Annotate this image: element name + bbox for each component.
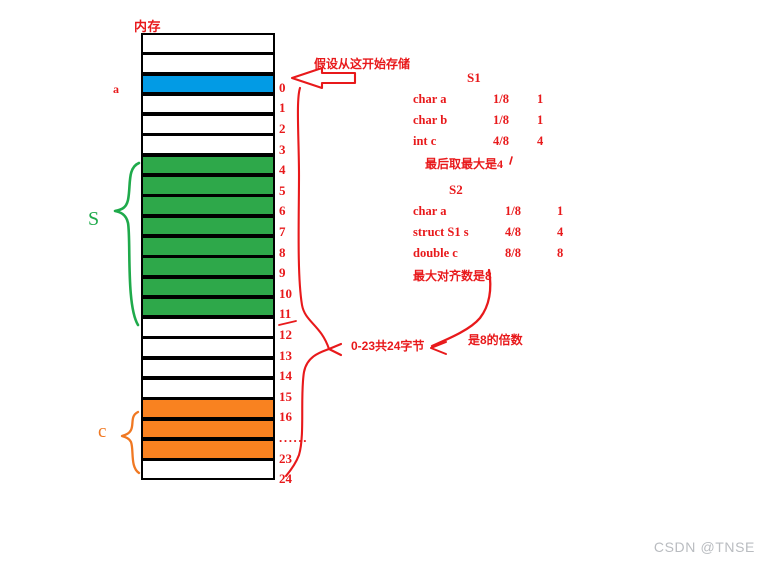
struct-member-size: 1/8 bbox=[493, 113, 509, 127]
struct-member-size: 8/8 bbox=[505, 246, 521, 260]
memory-offset-label: 14 bbox=[279, 368, 292, 384]
struct-s2-block: S2 char a 1/8 1 struct S1 s 4/8 4 double c 8/8 8… bbox=[413, 182, 633, 284]
csdn-watermark: CSDN @TNSE bbox=[653, 539, 755, 555]
memory-cell bbox=[141, 235, 275, 257]
memory-cell bbox=[141, 296, 275, 318]
struct-s1-note: 最后取最大是4 bbox=[425, 155, 603, 172]
memory-cell bbox=[141, 378, 275, 399]
struct-s1-note-text: 最后取最大是 bbox=[425, 157, 498, 171]
memory-offset-label: 8 bbox=[279, 244, 286, 260]
memory-cell bbox=[141, 33, 275, 54]
struct-member-row: double c 8/8 8 bbox=[413, 246, 633, 261]
memory-offset-label: 24 bbox=[279, 471, 292, 487]
struct-member-name: int c bbox=[413, 134, 437, 148]
memory-cell bbox=[141, 438, 275, 460]
memory-offset-label: 9 bbox=[279, 265, 286, 281]
struct-s2-rows: char a 1/8 1 struct S1 s 4/8 4 double c 8/8 8 bbox=[413, 204, 633, 261]
struct-s2-note-text: 最大对齐数是8 bbox=[413, 269, 492, 283]
memory-offset-label: 12 bbox=[279, 327, 292, 342]
memory-cell bbox=[141, 256, 275, 277]
struct-s1-note-tail: 4 bbox=[497, 157, 504, 171]
memory-cell bbox=[141, 418, 275, 440]
brace-range-0-23-icon bbox=[284, 86, 331, 478]
struct-member-row: char a 1/8 1 bbox=[413, 92, 603, 107]
memory-cell bbox=[141, 398, 275, 419]
memory-cell bbox=[141, 93, 275, 115]
memory-cell bbox=[141, 195, 275, 216]
annotation-start-of-storage: 假设从这开始存储 bbox=[314, 57, 411, 71]
struct-s2-title: S2 bbox=[449, 182, 463, 197]
memory-offset-label: 15 bbox=[279, 388, 292, 404]
struct-member-name: char a bbox=[413, 92, 447, 106]
struct-member-size: 4/8 bbox=[493, 134, 509, 148]
memory-cell bbox=[141, 276, 275, 298]
memory-cell bbox=[141, 337, 275, 359]
brace-range-tip-icon bbox=[327, 342, 343, 357]
memory-offset-label: 0 bbox=[279, 79, 286, 95]
struct-member-name: char a bbox=[413, 204, 447, 218]
annotation-total-bytes: 0-23共24字节 bbox=[351, 339, 425, 353]
memory-offset-label: 13 bbox=[279, 347, 292, 363]
struct-member-alignment: 4 bbox=[537, 134, 544, 148]
memory-offset-label: 4 bbox=[279, 162, 286, 178]
memory-offset-label: 7 bbox=[279, 224, 286, 239]
struct-member-size: 1/8 bbox=[505, 204, 521, 218]
diagram-canvas: 内存 0 1 2 3 4 5 6 7 8 9 10 11 12 13 14 15 16...... 23 24 a … bbox=[0, 0, 769, 567]
struct-s2-note: 最大对齐数是8 bbox=[413, 267, 633, 284]
struct-member-alignment: 1 bbox=[557, 204, 564, 218]
brace-S-icon bbox=[113, 161, 141, 327]
struct-member-alignment: 4 bbox=[557, 225, 564, 239]
memory-cell bbox=[141, 134, 275, 156]
struct-member-row: char a 1/8 1 bbox=[413, 204, 633, 219]
memory-cell bbox=[141, 459, 275, 480]
memory-offset-label: 23 bbox=[279, 450, 292, 466]
struct-member-row: struct S1 s 4/8 4 bbox=[413, 225, 633, 240]
memory-offset-label: 3 bbox=[279, 141, 286, 157]
struct-member-alignment: 1 bbox=[537, 113, 544, 127]
memory-offset-label: 11 bbox=[279, 306, 292, 322]
struct-s1-title: S1 bbox=[467, 70, 481, 85]
connector-total-to-multiple-icon bbox=[430, 341, 447, 355]
struct-member-alignment: 8 bbox=[557, 246, 564, 260]
struct-member-name: char b bbox=[413, 113, 448, 127]
memory-offset-label: ...... bbox=[279, 430, 309, 445]
memory-offset-label: 2 bbox=[279, 121, 286, 136]
struct-member-size: 1/8 bbox=[493, 92, 509, 106]
memory-cell bbox=[141, 175, 275, 196]
struct-member-row: char b 1/8 1 bbox=[413, 113, 603, 128]
memory-cell bbox=[141, 215, 275, 237]
memory-cell bbox=[141, 154, 275, 176]
memory-cell-stack bbox=[141, 33, 275, 480]
member-label-S: S bbox=[88, 208, 100, 230]
memory-offset-label: 5 bbox=[279, 182, 286, 198]
member-label-a: a bbox=[113, 82, 119, 96]
struct-member-row: int c 4/8 4 bbox=[413, 134, 603, 149]
memory-cell bbox=[141, 73, 275, 95]
memory-cell bbox=[141, 114, 275, 135]
struct-s1-block: S1 char a 1/8 1 char b 1/8 1 int c 4/8 4 最后取最大是4 bbox=[413, 70, 603, 172]
struct-member-alignment: 1 bbox=[537, 92, 544, 106]
struct-s1-rows: char a 1/8 1 char b 1/8 1 int c 4/8 4 bbox=[413, 92, 603, 149]
memory-cell bbox=[141, 53, 275, 74]
struct-member-size: 4/8 bbox=[505, 225, 521, 239]
memory-offset-label: 16 bbox=[279, 409, 292, 425]
memory-offset-label: 1 bbox=[279, 100, 286, 116]
struct-member-name: struct S1 s bbox=[413, 225, 469, 239]
struct-member-name: double c bbox=[413, 246, 458, 260]
memory-cell bbox=[141, 357, 275, 379]
brace-c-icon bbox=[120, 410, 141, 475]
annotation-multiple-of-8: 是8的倍数 bbox=[468, 333, 523, 347]
memory-offset-label: 10 bbox=[279, 285, 292, 301]
memory-offset-label: 6 bbox=[279, 203, 286, 219]
member-label-c: c bbox=[98, 421, 107, 442]
memory-cell bbox=[141, 317, 275, 338]
